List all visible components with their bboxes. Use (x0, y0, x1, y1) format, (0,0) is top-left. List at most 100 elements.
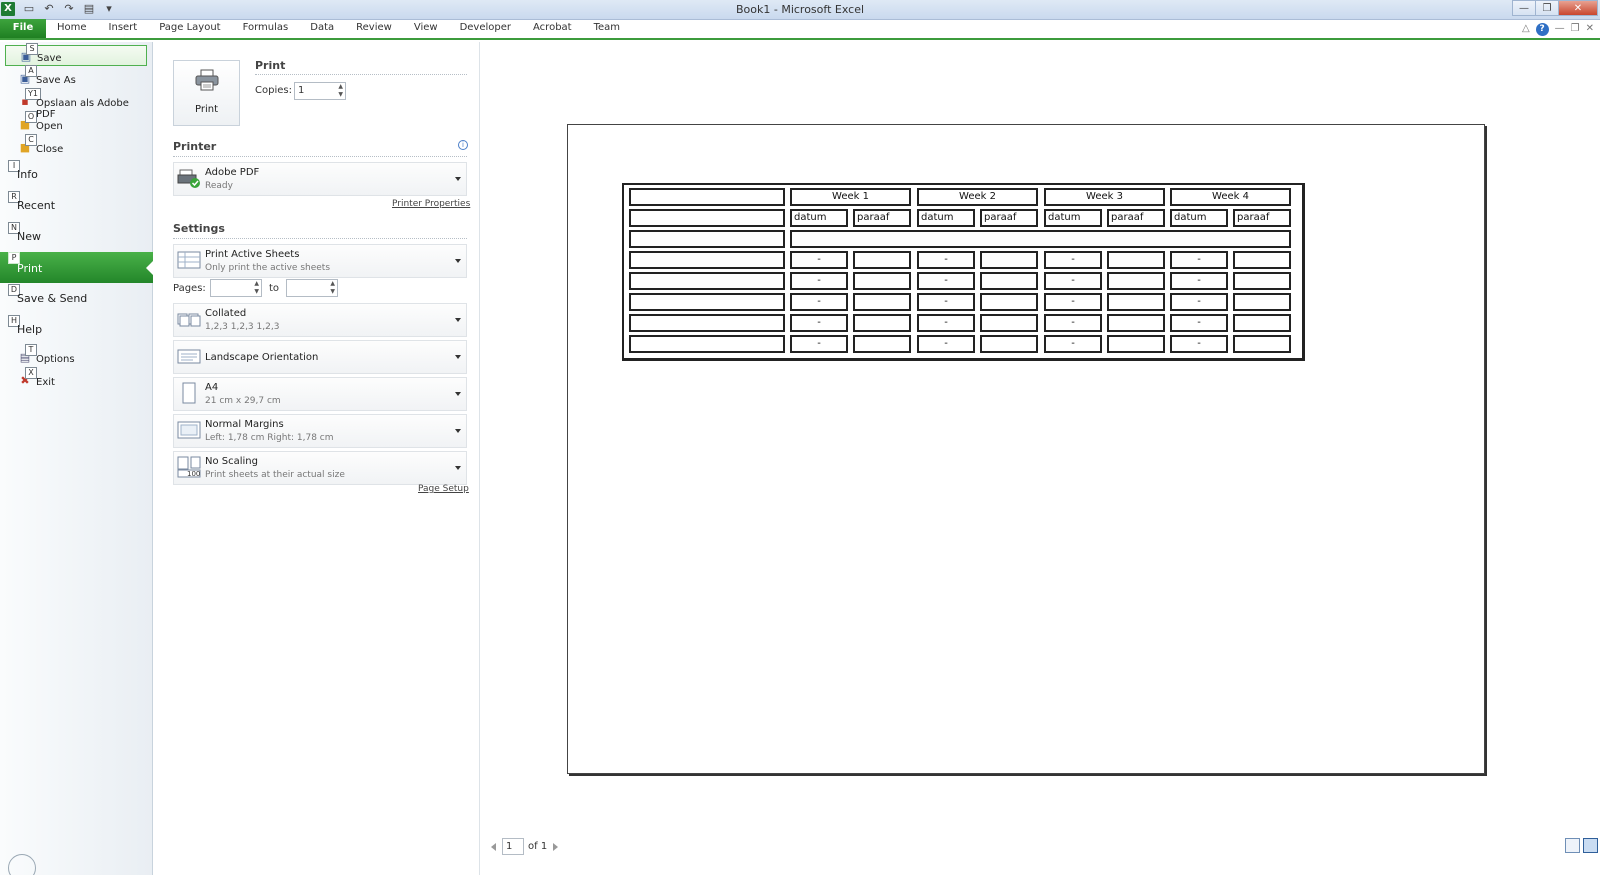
label-cell (629, 314, 785, 332)
exit-label: Exit (36, 377, 55, 388)
save-as-pdf-command[interactable]: ▪ Y1 Opslaan als Adobe PDF (5, 88, 147, 120)
paraaf-cell (980, 293, 1038, 311)
printer-dropdown[interactable]: Adobe PDF Ready (173, 162, 467, 196)
nav-save-send[interactable]: D Save & Send (0, 284, 153, 314)
nav-recent-label: Recent (17, 199, 56, 212)
options-command[interactable]: ▤ T Options (5, 344, 147, 368)
scaling-dropdown[interactable]: 100 No Scaling Print sheets at their act… (173, 451, 467, 485)
spinner-arrows-icon[interactable]: ▲ ▼ (330, 280, 335, 296)
print-preview: Week 1 Week 2 Week 3 Week 4 datum paraaf datum… (481, 42, 1600, 875)
datum-cell: - (917, 335, 975, 353)
spinner-arrows-icon[interactable]: ▲ ▼ (254, 280, 259, 296)
datum-cell: - (917, 293, 975, 311)
current-page-input[interactable]: 1 (502, 838, 524, 855)
tab-team[interactable]: Team (583, 19, 631, 38)
datum-cell: - (790, 272, 848, 290)
nav-recent[interactable]: R Recent (0, 191, 153, 221)
datum-header-text: datum (1174, 212, 1207, 223)
tab-insert[interactable]: Insert (98, 19, 149, 38)
spinner-arrows-icon[interactable]: ▲ ▼ (338, 83, 343, 99)
tab-home[interactable]: Home (46, 19, 98, 38)
info-icon[interactable]: i (458, 140, 468, 150)
margins-icon (177, 421, 201, 439)
paraaf-cell (980, 314, 1038, 332)
week-header-text: Week 3 (1086, 191, 1123, 202)
exit-command[interactable]: ✖ X Exit (5, 367, 147, 391)
save-as-command[interactable]: ▣ A Save As (5, 65, 147, 89)
paper-size-dropdown[interactable]: A4 21 cm x 29,7 cm (173, 377, 467, 411)
active-sheets-icon (177, 251, 201, 269)
printer-properties-link[interactable]: Printer Properties (392, 199, 470, 209)
print-settings-panel: Print Print Copies: 1 ▲ ▼ Printer i Adobe… (153, 42, 480, 875)
label-cell (629, 230, 785, 248)
print-what-main: Print Active Sheets (205, 249, 300, 260)
paraaf-cell (1107, 335, 1165, 353)
datum-cell-text: - (817, 317, 821, 328)
decorative-circle (8, 854, 36, 875)
datum-header: datum (790, 209, 848, 227)
nav-print[interactable]: P Print (0, 252, 153, 283)
chevron-down-icon (455, 466, 461, 470)
next-page-icon[interactable] (553, 843, 558, 851)
previous-page-icon[interactable] (491, 843, 496, 851)
week-header-text: Week 1 (832, 191, 869, 202)
orientation-dropdown[interactable]: Landscape Orientation (173, 340, 467, 374)
printer-ready-icon (177, 169, 200, 188)
datum-cell: - (1170, 272, 1228, 290)
paraaf-cell (980, 335, 1038, 353)
paraaf-cell (1233, 272, 1291, 290)
show-margins-icon[interactable] (1565, 838, 1580, 853)
tab-data[interactable]: Data (299, 19, 345, 38)
copies-input[interactable]: 1 ▲ ▼ (294, 82, 346, 100)
printer-icon (195, 69, 219, 91)
orientation-main: Landscape Orientation (205, 352, 319, 363)
label-cell (629, 188, 785, 206)
nav-help[interactable]: H Help (0, 315, 153, 345)
pages-from-input[interactable]: ▲ ▼ (210, 279, 262, 297)
paraaf-header-text: paraaf (984, 212, 1017, 223)
close-icon[interactable]: ✕ (1558, 0, 1598, 16)
zoom-to-page-icon[interactable] (1583, 838, 1598, 853)
tab-acrobat[interactable]: Acrobat (522, 19, 583, 38)
collation-dropdown[interactable]: Collated 1,2,3 1,2,3 1,2,3 (173, 303, 467, 337)
pages-to-input[interactable]: ▲ ▼ (286, 279, 338, 297)
doc-restore-icon[interactable]: ❐ (1571, 23, 1580, 36)
datum-header-text: datum (921, 212, 954, 223)
datum-cell: - (1170, 314, 1228, 332)
restore-icon[interactable]: ❐ (1535, 0, 1559, 16)
spanning-cell (790, 230, 1291, 248)
close-command[interactable]: ■ C Close (5, 134, 147, 158)
margins-sub: Left: 1,78 cm Right: 1,78 cm (205, 433, 334, 443)
datum-cell-text: - (944, 275, 948, 286)
nav-info[interactable]: I Info (0, 160, 153, 190)
paraaf-cell (1107, 251, 1165, 269)
open-command[interactable]: ■ O Open (5, 111, 147, 135)
help-icon[interactable]: ? (1535, 23, 1549, 36)
doc-close-icon[interactable]: ✕ (1586, 23, 1594, 36)
tab-developer[interactable]: Developer (449, 19, 522, 38)
tab-review[interactable]: Review (345, 19, 403, 38)
tab-formulas[interactable]: Formulas (232, 19, 300, 38)
doc-minimize-icon[interactable]: — (1555, 23, 1565, 36)
nav-help-label: Help (17, 323, 43, 336)
print-button[interactable]: Print (173, 60, 240, 126)
nav-new[interactable]: N New (0, 222, 153, 252)
paper-main: A4 (205, 382, 219, 393)
week-header-text: Week 2 (959, 191, 996, 202)
tab-view[interactable]: View (403, 19, 449, 38)
label-cell (629, 335, 785, 353)
datum-cell: - (1044, 335, 1102, 353)
minimize-icon[interactable]: — (1512, 0, 1536, 16)
ribbon-tabs: File Home Insert Page Layout Formulas Da… (0, 19, 1600, 40)
datum-cell-text: - (944, 296, 948, 307)
paraaf-cell (980, 272, 1038, 290)
save-command[interactable]: ▣ S Save (5, 43, 147, 66)
minimize-ribbon-icon[interactable]: △ (1522, 23, 1530, 36)
tab-file[interactable]: File (0, 19, 46, 38)
tab-page-layout[interactable]: Page Layout (148, 19, 231, 38)
print-what-dropdown[interactable]: Print Active Sheets Only print the activ… (173, 244, 467, 278)
print-what-sub: Only print the active sheets (205, 263, 331, 273)
margins-dropdown[interactable]: Normal Margins Left: 1,78 cm Right: 1,78… (173, 414, 467, 448)
page-setup-link[interactable]: Page Setup (418, 484, 469, 494)
datum-cell: - (790, 293, 848, 311)
